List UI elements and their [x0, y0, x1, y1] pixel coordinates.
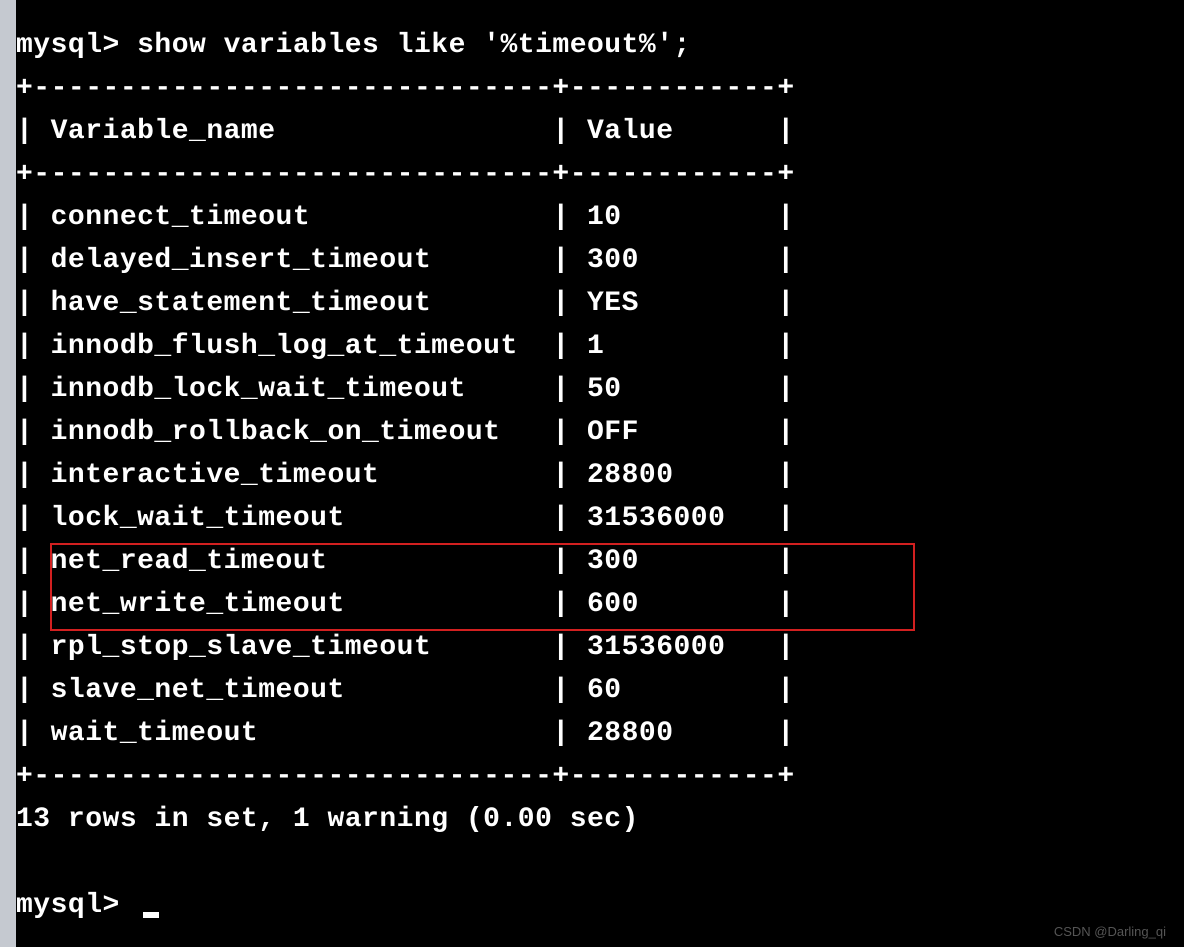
- watermark: CSDN @Darling_qi: [1054, 924, 1166, 939]
- terminal-output[interactable]: mysql> show variables like '%timeout%'; …: [16, 0, 1184, 947]
